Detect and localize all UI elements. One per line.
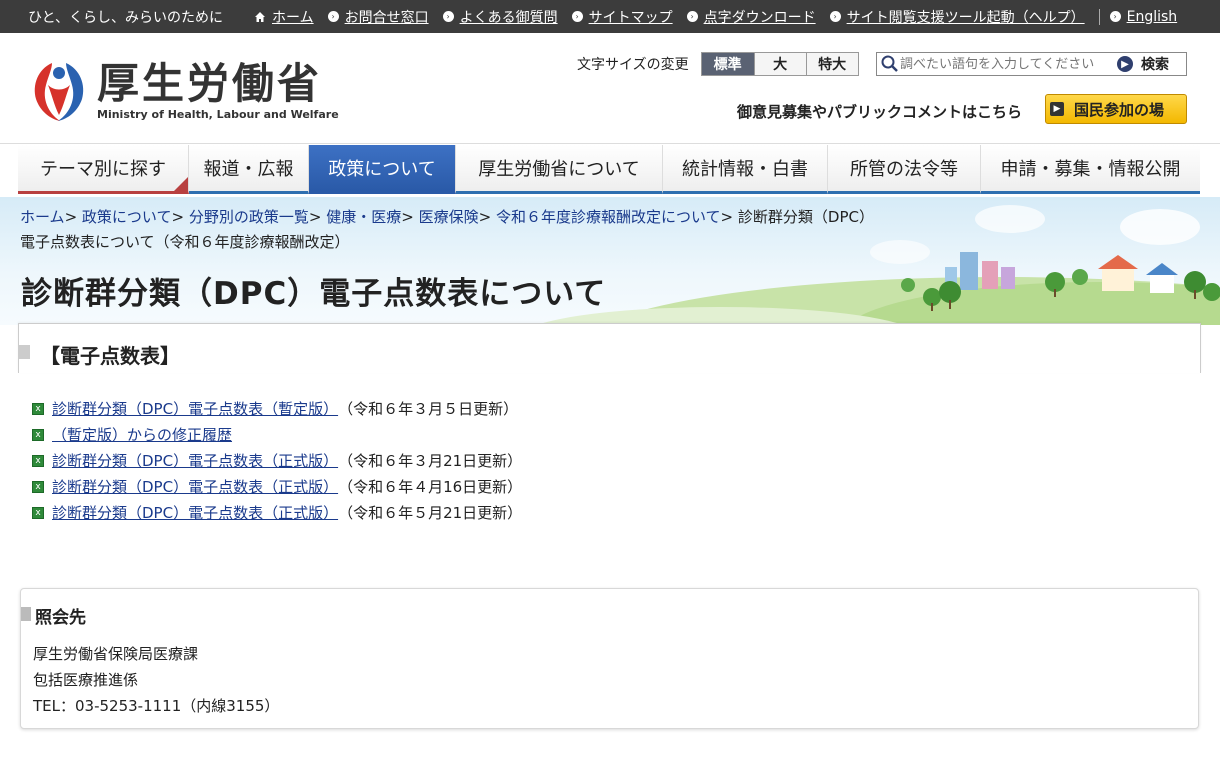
update-note: （令和６年３月５日更新） — [338, 400, 519, 418]
contact-section: 包括医療推進係 — [33, 671, 139, 689]
braille-download-link[interactable]: › 点字ダウンロード — [686, 7, 816, 27]
document-link[interactable]: （暫定版）からの修正履歴 — [52, 422, 232, 448]
divider — [1098, 8, 1100, 25]
page-title: 診断群分類（DPC）電子点数表について — [21, 276, 607, 312]
document-link[interactable]: 診断群分類（DPC）電子点数表（暫定版） — [52, 396, 338, 422]
excel-file-icon: x — [32, 507, 44, 519]
logo-japanese-name: 厚生労働省 — [97, 58, 323, 108]
list-item: x 診断群分類（DPC）電子点数表（暫定版） （令和６年３月５日更新） — [32, 396, 522, 422]
english-link[interactable]: › English — [1109, 9, 1177, 25]
global-nav: テーマ別に探す 報道・広報 政策について 厚生労働省について 統計情報・白書 所… — [18, 145, 1200, 194]
list-item: x 診断群分類（DPC）電子点数表（正式版） （令和６年４月16日更新） — [32, 474, 522, 500]
search-input[interactable] — [900, 54, 1115, 74]
update-note: （令和６年３月21日更新） — [338, 452, 523, 470]
document-link[interactable]: 診断群分類（DPC）電子点数表（正式版） — [52, 474, 338, 500]
citizen-participation-button[interactable]: ▶ 国民参加の場 — [1045, 94, 1187, 124]
home-icon — [255, 11, 265, 22]
contact-window-link[interactable]: › お問合せ窓口 — [327, 7, 429, 27]
top-bar: ひと、くらし、みらいのために ホーム › お問合せ窓口 › よくある御質問 › サイト… — [0, 0, 1220, 33]
mhlw-logo-icon — [34, 63, 84, 121]
font-size-xlarge-button[interactable]: 特大 — [806, 52, 859, 76]
contact-box: 照会先 厚生労働省保険局医療課 包括医療推進係 TEL：03-5253-1111… — [20, 588, 1199, 729]
breadcrumb-link-revision[interactable]: 令和６年度診療報酬改定について — [496, 208, 721, 226]
font-size-switcher: 文字サイズの変更 標準 大 特大 — [577, 52, 859, 76]
nav-item-policy[interactable]: 政策について — [309, 145, 456, 194]
bullet-arrow-icon: › — [829, 11, 841, 22]
contact-body: 厚生労働省保険局医療課 包括医療推進係 TEL：03-5253-1111（内線3… — [33, 641, 279, 719]
list-item: x 診断群分類（DPC）電子点数表（正式版） （令和６年３月21日更新） — [32, 448, 522, 474]
content-box — [18, 323, 1201, 373]
heading-bar — [21, 607, 31, 621]
document-link[interactable]: 診断群分類（DPC）電子点数表（正式版） — [52, 448, 338, 474]
arrow-right-icon: ▶ — [1117, 56, 1133, 72]
update-note: （令和６年４月16日更新） — [338, 478, 523, 496]
font-size-label: 文字サイズの変更 — [577, 57, 689, 73]
tagline: ひと、くらし、みらいのために — [28, 9, 224, 26]
font-size-standard-button[interactable]: 標準 — [700, 52, 755, 76]
breadcrumb-link-policy[interactable]: 政策について — [82, 208, 172, 226]
search-icon — [881, 55, 898, 72]
site-header: 厚生労働省 Ministry of Health, Labour and Wel… — [0, 33, 1220, 144]
contact-department: 厚生労働省保険局医療課 — [33, 645, 199, 663]
breadcrumb-link-insurance[interactable]: 医療保険 — [419, 208, 479, 226]
bullet-arrow-icon: › — [327, 11, 339, 22]
bullet-arrow-icon: › — [686, 11, 698, 22]
contact-phone: TEL：03-5253-1111（内線3155） — [33, 697, 280, 715]
nav-item-about[interactable]: 厚生労働省について — [456, 145, 663, 194]
site-logo[interactable]: 厚生労働省 Ministry of Health, Labour and Wel… — [30, 59, 339, 123]
sitemap-link[interactable]: › サイトマップ — [571, 7, 673, 27]
section-heading: 【電子点数表】 — [18, 340, 180, 369]
faq-link[interactable]: › よくある御質問 — [442, 7, 558, 27]
search-box: ▶ 検索 — [876, 52, 1187, 76]
bullet-arrow-icon: › — [1109, 11, 1121, 22]
logo-english-name: Ministry of Health, Labour and Welfare — [97, 107, 339, 121]
accessibility-tool-link[interactable]: › サイト閲覧支援ツール起動（ヘルプ） — [829, 7, 1085, 27]
nav-item-statistics[interactable]: 統計情報・白書 — [663, 145, 828, 194]
nav-item-theme[interactable]: テーマ別に探す — [18, 145, 189, 194]
home-link[interactable]: ホーム — [254, 7, 314, 27]
corner-arrow-icon — [174, 177, 188, 191]
excel-file-icon: x — [32, 481, 44, 493]
excel-file-icon: x — [32, 429, 44, 441]
bullet-arrow-icon: › — [442, 11, 454, 22]
heading-bar — [18, 345, 30, 359]
breadcrumb-link-policy-list[interactable]: 分野別の政策一覧 — [189, 208, 309, 226]
list-item: x （暫定版）からの修正履歴 — [32, 422, 522, 448]
nav-item-laws[interactable]: 所管の法令等 — [828, 145, 981, 194]
font-size-large-button[interactable]: 大 — [754, 52, 807, 76]
contact-heading: 照会先 — [21, 603, 86, 628]
document-link[interactable]: 診断群分類（DPC）電子点数表（正式版） — [52, 500, 338, 526]
breadcrumb: ホーム> 政策について> 分野別の政策一覧> 健康・医療> 医療保険> 令和６年… — [20, 208, 874, 251]
nav-item-press[interactable]: 報道・広報 — [189, 145, 309, 194]
breadcrumb-link-health[interactable]: 健康・医療 — [326, 208, 401, 226]
document-list: x 診断群分類（DPC）電子点数表（暫定版） （令和６年３月５日更新） x （暫… — [32, 396, 522, 526]
search-button[interactable]: ▶ 検索 — [1117, 54, 1169, 74]
update-note: （令和６年５月21日更新） — [338, 504, 523, 522]
excel-file-icon: x — [32, 455, 44, 467]
breadcrumb-link-home[interactable]: ホーム — [20, 208, 65, 226]
bullet-arrow-icon: › — [571, 11, 583, 22]
arrow-right-icon: ▶ — [1050, 102, 1064, 116]
excel-file-icon: x — [32, 403, 44, 415]
list-item: x 診断群分類（DPC）電子点数表（正式版） （令和６年５月21日更新） — [32, 500, 522, 526]
nav-item-applications[interactable]: 申請・募集・情報公開 — [981, 145, 1200, 194]
public-comment-text: 御意見募集やパブリックコメントはこちら — [737, 103, 1023, 121]
